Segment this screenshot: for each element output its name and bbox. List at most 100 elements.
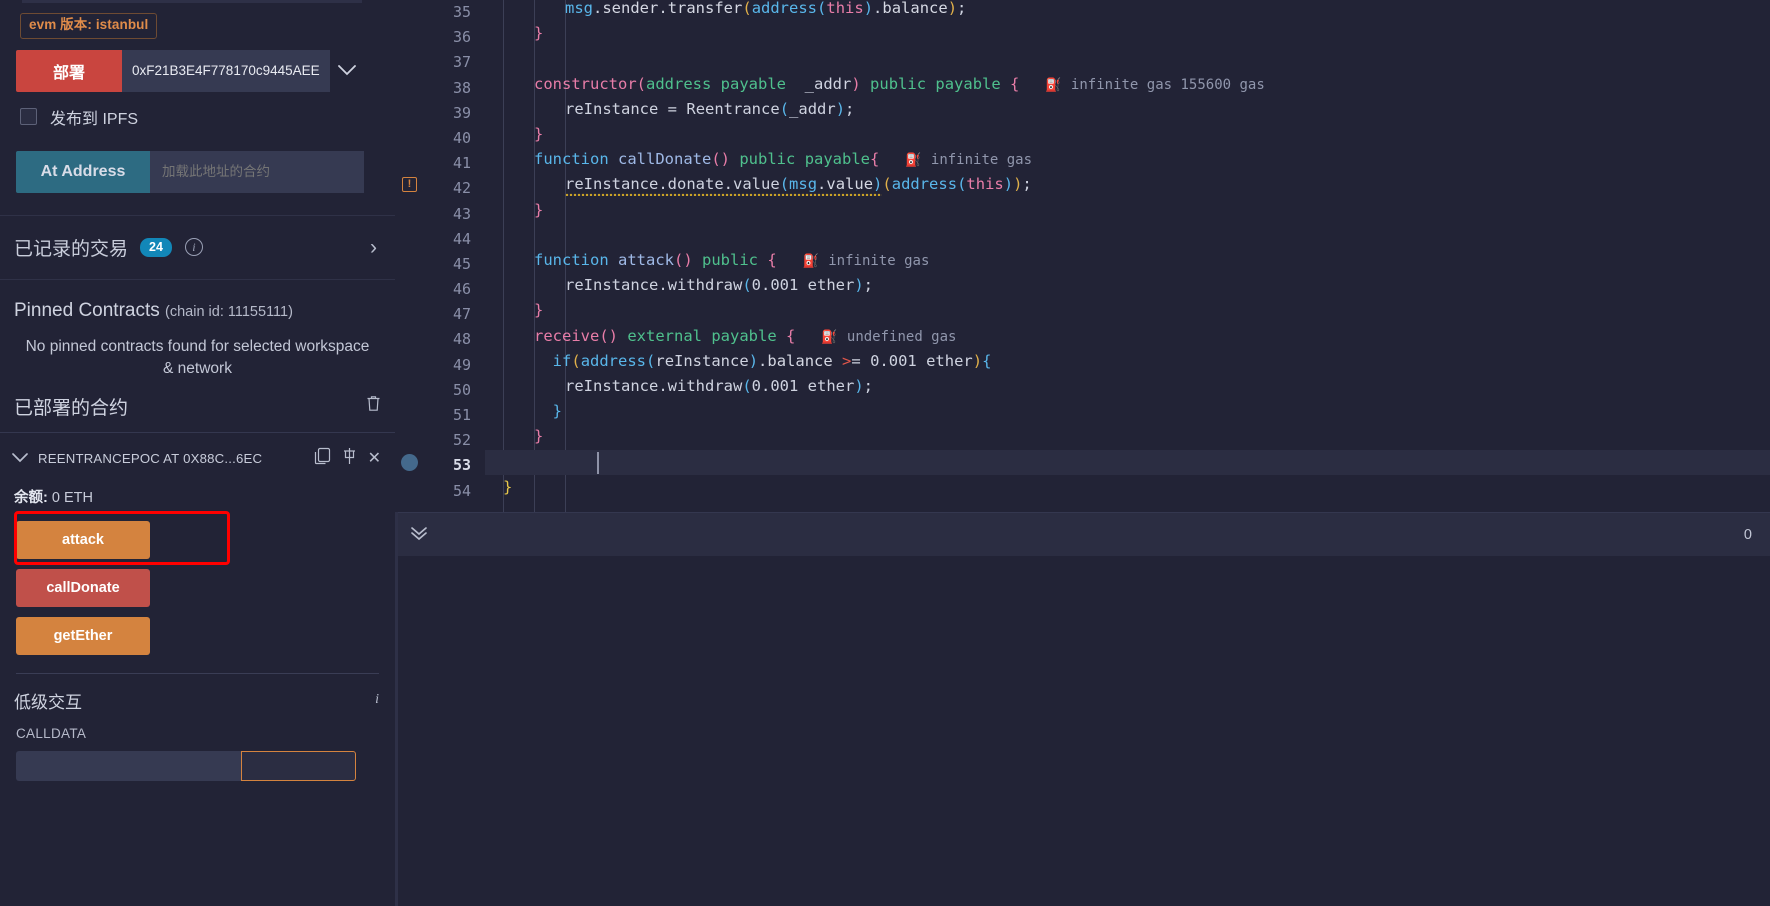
code-line[interactable]: receive() external payable { xyxy=(534,324,795,349)
code-line[interactable]: reInstance.withdraw(0.001 ether); xyxy=(565,273,873,298)
evm-version-badge: evm 版本: istanbul xyxy=(20,13,158,39)
code-line[interactable]: } xyxy=(534,298,543,323)
attack-button[interactable]: attack xyxy=(16,520,150,559)
recorded-transactions-count-badge: 24 xyxy=(140,237,172,257)
code-line[interactable]: reInstance.donate.value(msg.value)(addre… xyxy=(565,172,1032,199)
copy-icon[interactable] xyxy=(314,447,331,470)
gas-hint: ⛽ infinite gas xyxy=(803,248,930,273)
line-number: 39 xyxy=(452,103,471,122)
deploy-constructor-input[interactable] xyxy=(122,49,330,92)
active-line-highlight xyxy=(485,449,1770,475)
contract-balance: 余额: 0 ETH xyxy=(14,486,395,507)
contract-balance-label: 余额: xyxy=(14,489,48,506)
code-line[interactable]: } xyxy=(534,21,543,46)
function-row-getether: getEther xyxy=(16,616,316,655)
trash-icon[interactable] xyxy=(366,395,381,417)
line-number: 35 xyxy=(452,3,471,21)
info-icon[interactable]: i xyxy=(184,238,203,257)
gas-pump-icon: ⛽ xyxy=(821,329,838,345)
gas-pump-icon: ⛽ xyxy=(1045,77,1062,93)
pinned-contracts-empty-message: No pinned contracts found for selected w… xyxy=(25,337,370,378)
at-address-row: At Address xyxy=(16,150,364,193)
line-number: 52 xyxy=(452,431,471,450)
calldonate-button[interactable]: callDonate xyxy=(16,568,150,607)
terminal-body[interactable] xyxy=(395,556,1770,906)
code-editor[interactable]: ! 35 36 37 38 39 40 41 42 43 44 45 46 47 48 49 50 51 52 53… xyxy=(395,0,1770,512)
line-number: 44 xyxy=(452,229,471,248)
calldata-row xyxy=(16,750,356,781)
warning-marker-icon[interactable]: ! xyxy=(402,177,417,193)
sidebar-divider-2 xyxy=(0,278,395,280)
contract-card-header[interactable]: REENTRANCEPOC AT 0X88C...6EC ✕ xyxy=(0,433,395,470)
pin-icon[interactable] xyxy=(341,447,358,470)
line-number: 48 xyxy=(452,330,471,349)
pinned-contracts-label: Pinned Contracts xyxy=(14,299,160,321)
publish-to-ipfs-row[interactable]: 发布到 IPFS xyxy=(20,105,395,129)
calldata-label: CALLDATA xyxy=(16,725,87,741)
line-number: 41 xyxy=(452,154,471,173)
text-cursor xyxy=(597,451,599,474)
code-line[interactable]: reInstance = Reentrance(_addr); xyxy=(565,97,854,122)
recorded-transactions-section[interactable]: 已记录的交易 24 i › xyxy=(0,216,395,279)
gas-pump-icon: ⛽ xyxy=(905,153,922,169)
contract-balance-value: 0 ETH xyxy=(51,489,93,506)
chevron-double-down-icon[interactable] xyxy=(409,525,429,544)
deploy-run-sidebar: evm 版本: istanbul 部署 发布到 IPFS At Address … xyxy=(0,0,395,906)
line-number: 43 xyxy=(452,204,471,223)
line-number: 45 xyxy=(452,254,471,273)
chevron-down-icon[interactable] xyxy=(330,50,364,92)
line-number: 54 xyxy=(452,481,471,500)
gas-hint-text: infinite gas 155600 gas xyxy=(1070,76,1265,93)
line-number: 53 xyxy=(452,456,471,475)
gas-hint: ⛽ undefined gas xyxy=(821,324,956,349)
deploy-row: 部署 xyxy=(16,49,364,92)
editor-code-area[interactable]: msg.sender.transfer(address(this).balanc… xyxy=(485,0,1770,512)
line-number: 51 xyxy=(452,406,471,424)
code-line[interactable]: } xyxy=(503,475,512,500)
editor-line-numbers: 35 36 37 38 39 40 41 42 43 44 45 46 47 48 49 50 51 52 53 54 xyxy=(423,0,485,512)
code-line[interactable]: msg.sender.transfer(address(this).balanc… xyxy=(565,0,966,21)
code-line[interactable]: } xyxy=(534,399,562,424)
publish-to-ipfs-label: 发布到 IPFS xyxy=(50,110,139,128)
info-icon[interactable]: i xyxy=(375,692,379,708)
terminal-bar[interactable]: 0 xyxy=(395,512,1770,556)
code-line[interactable]: function attack() public { xyxy=(534,248,777,273)
chevron-right-icon[interactable]: › xyxy=(370,237,377,258)
pinned-contracts-chain-id: (chain id: 11155111) xyxy=(165,303,293,320)
code-line[interactable]: function callDonate() public payable{ xyxy=(534,147,879,172)
line-number: 50 xyxy=(452,380,471,399)
gas-hint-text: infinite gas xyxy=(930,152,1033,169)
deployed-contract-card: REENTRANCEPOC AT 0X88C...6EC ✕ 余额: 0 ETH xyxy=(0,431,395,781)
code-line[interactable]: } xyxy=(534,122,543,147)
line-number: 37 xyxy=(452,53,471,72)
deployed-contracts-title: 已部署的合约 xyxy=(14,397,129,419)
gas-hint-text: undefined gas xyxy=(846,328,957,345)
recorded-transactions-title: 已记录的交易 xyxy=(14,238,129,260)
code-line[interactable]: } xyxy=(534,198,543,223)
line-number: 42 xyxy=(452,179,471,198)
line-number: 40 xyxy=(452,128,471,147)
publish-to-ipfs-checkbox[interactable] xyxy=(20,108,37,126)
remix-ide-window: evm 版本: istanbul 部署 发布到 IPFS At Address … xyxy=(0,0,1770,906)
code-line[interactable]: if(address(reInstance).balance >= 0.001 … xyxy=(534,349,992,374)
function-row-calldonate: callDonate xyxy=(16,568,316,607)
terminal-count: 0 xyxy=(1743,526,1752,543)
code-line[interactable]: } xyxy=(534,424,543,449)
line-number: 49 xyxy=(452,355,471,374)
transact-button[interactable] xyxy=(241,750,356,781)
at-address-input[interactable] xyxy=(150,150,364,193)
pinned-contracts-title: Pinned Contracts (chain id: 11155111) xyxy=(14,300,395,322)
code-line[interactable]: constructor(address payable _addr) publi… xyxy=(534,72,1019,97)
chevron-down-icon[interactable] xyxy=(12,450,28,467)
editor-pane: ! 35 36 37 38 39 40 41 42 43 44 45 46 47 48 49 50 51 52 53… xyxy=(395,0,1770,906)
line-number: 36 xyxy=(452,28,471,47)
close-icon[interactable]: ✕ xyxy=(368,448,381,468)
low-level-divider xyxy=(16,672,379,674)
calldata-input[interactable] xyxy=(16,750,241,781)
at-address-button[interactable]: At Address xyxy=(16,150,150,193)
breakpoint-dot[interactable] xyxy=(401,453,418,471)
editor-glyph-margin[interactable]: ! xyxy=(395,0,423,512)
deploy-button[interactable]: 部署 xyxy=(16,49,122,92)
code-line[interactable]: reInstance.withdraw(0.001 ether); xyxy=(565,374,873,399)
getether-button[interactable]: getEther xyxy=(16,616,150,655)
